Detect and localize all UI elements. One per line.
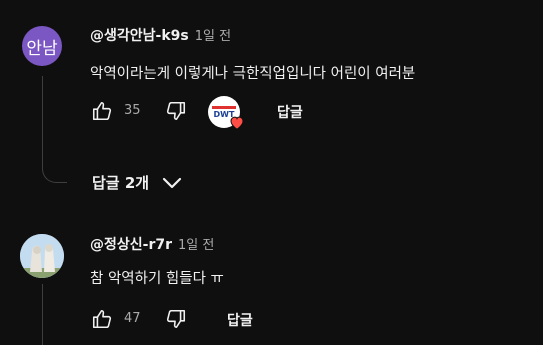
like-count: 47 xyxy=(124,311,141,326)
dislike-button[interactable] xyxy=(164,307,188,331)
comment-header: @생각안남-k9s 1일 전 xyxy=(90,25,231,45)
reply-thread-line xyxy=(42,76,67,183)
heart-icon xyxy=(230,116,244,130)
reply-thread-line xyxy=(42,284,44,345)
comment-author-name[interactable]: @생각안남-k9s xyxy=(90,25,189,45)
comment-text: 악역이라는게 이렇게나 극한직업입니다 어린이 여러분 xyxy=(90,66,416,82)
view-replies-toggle[interactable]: 답글 2개 xyxy=(92,172,183,193)
creator-heart-badge: DWT xyxy=(208,96,244,130)
reply-button[interactable]: 답글 xyxy=(277,102,303,122)
thumbs-down-icon xyxy=(166,309,186,329)
thumbs-down-icon xyxy=(166,101,186,121)
comment-timestamp[interactable]: 1일 전 xyxy=(195,25,231,44)
thumbs-up-icon xyxy=(92,309,112,329)
like-button[interactable] xyxy=(90,307,114,331)
comment-author-avatar[interactable]: 안남 xyxy=(22,26,62,66)
merlion-statue-icon xyxy=(20,234,64,278)
replies-count-label: 답글 2개 xyxy=(92,174,150,192)
like-count: 35 xyxy=(124,103,141,118)
comment-author-name[interactable]: @정상신-r7r xyxy=(90,234,172,254)
comment-author-avatar[interactable] xyxy=(20,234,64,278)
chevron-down-icon xyxy=(162,177,182,188)
comment-header: @정상신-r7r 1일 전 xyxy=(90,234,214,254)
like-button[interactable] xyxy=(90,99,114,123)
avatar-initials: 안남 xyxy=(26,38,58,59)
thumbs-up-icon xyxy=(92,101,112,121)
comment-text: 참 악역하기 힘들다 ㅠ xyxy=(90,271,224,287)
dislike-button[interactable] xyxy=(164,99,188,123)
reply-button[interactable]: 답글 xyxy=(227,310,253,330)
comment-timestamp[interactable]: 1일 전 xyxy=(178,234,214,253)
